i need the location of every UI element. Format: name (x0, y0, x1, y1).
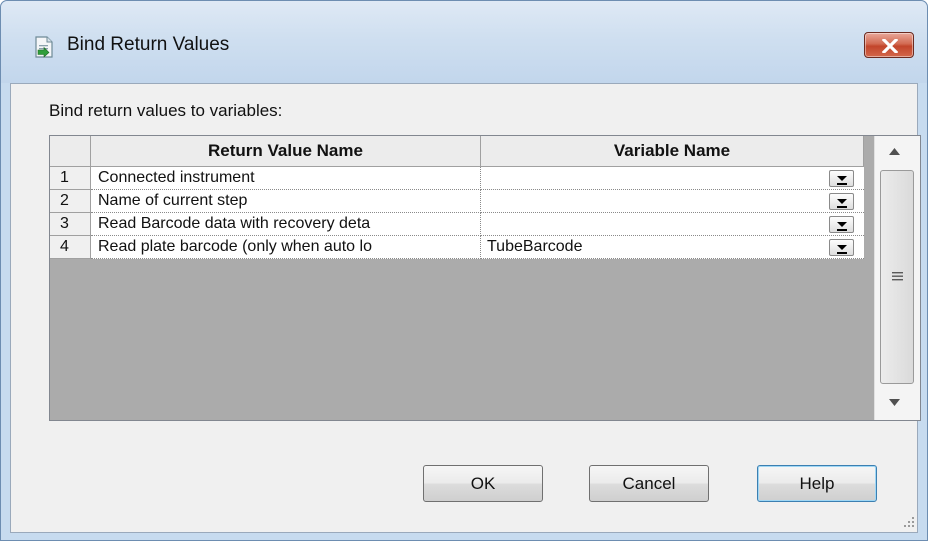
scroll-down-arrow-icon[interactable] (889, 399, 900, 406)
vertical-scrollbar[interactable] (874, 136, 920, 420)
table-row[interactable]: 2 Name of current step (50, 190, 864, 213)
grid-corner-header (50, 136, 91, 167)
return-value-name-cell[interactable]: Read plate barcode (only when auto lo (91, 236, 481, 259)
row-number[interactable]: 2 (50, 190, 91, 213)
dialog-body: Bind return values to variables: Return … (10, 83, 921, 533)
return-value-name-cell[interactable]: Connected instrument (91, 167, 481, 190)
variable-name-cell[interactable]: TubeBarcode (481, 236, 864, 259)
column-header-return-value-name[interactable]: Return Value Name (91, 136, 481, 167)
variable-name-cell[interactable] (481, 190, 864, 213)
return-value-name-cell[interactable]: Name of current step (91, 190, 481, 213)
variable-dropdown-button[interactable] (829, 193, 854, 210)
close-icon (882, 39, 898, 53)
help-button[interactable]: Help (757, 465, 877, 502)
return-value-name-cell[interactable]: Read Barcode data with recovery deta (91, 213, 481, 236)
variable-dropdown-button[interactable] (829, 239, 854, 256)
scroll-grip-icon (892, 272, 903, 281)
dialog-title: Bind Return Values (67, 34, 230, 55)
cancel-button[interactable]: Cancel (589, 465, 709, 502)
chevron-down-icon (837, 176, 847, 185)
scroll-up-arrow-icon[interactable] (889, 148, 900, 155)
row-number[interactable]: 3 (50, 213, 91, 236)
variable-dropdown-button[interactable] (829, 216, 854, 233)
prompt-label: Bind return values to variables: (49, 101, 283, 120)
variable-name-cell[interactable] (481, 167, 864, 190)
dialog-window: Bind Return Values Bind return values to… (0, 0, 928, 541)
scrollbar-thumb[interactable] (880, 170, 914, 384)
table-row[interactable]: 1 Connected instrument (50, 167, 864, 190)
binding-grid: Return Value Name Variable Name 1 Connec… (49, 135, 921, 421)
resize-grip-icon[interactable] (901, 514, 915, 528)
variable-dropdown-button[interactable] (829, 170, 854, 187)
chevron-down-icon (837, 199, 847, 208)
title-bar[interactable]: Bind Return Values (1, 1, 927, 83)
chevron-down-icon (837, 222, 847, 231)
document-icon (35, 36, 53, 58)
ok-button[interactable]: OK (423, 465, 543, 502)
variable-name-cell[interactable] (481, 213, 864, 236)
row-number[interactable]: 4 (50, 236, 91, 259)
table-row[interactable]: 4 Read plate barcode (only when auto lo … (50, 236, 864, 259)
table-row[interactable]: 3 Read Barcode data with recovery deta (50, 213, 864, 236)
close-button[interactable] (864, 32, 914, 58)
row-number[interactable]: 1 (50, 167, 91, 190)
column-header-variable-name[interactable]: Variable Name (481, 136, 864, 167)
chevron-down-icon (837, 245, 847, 254)
